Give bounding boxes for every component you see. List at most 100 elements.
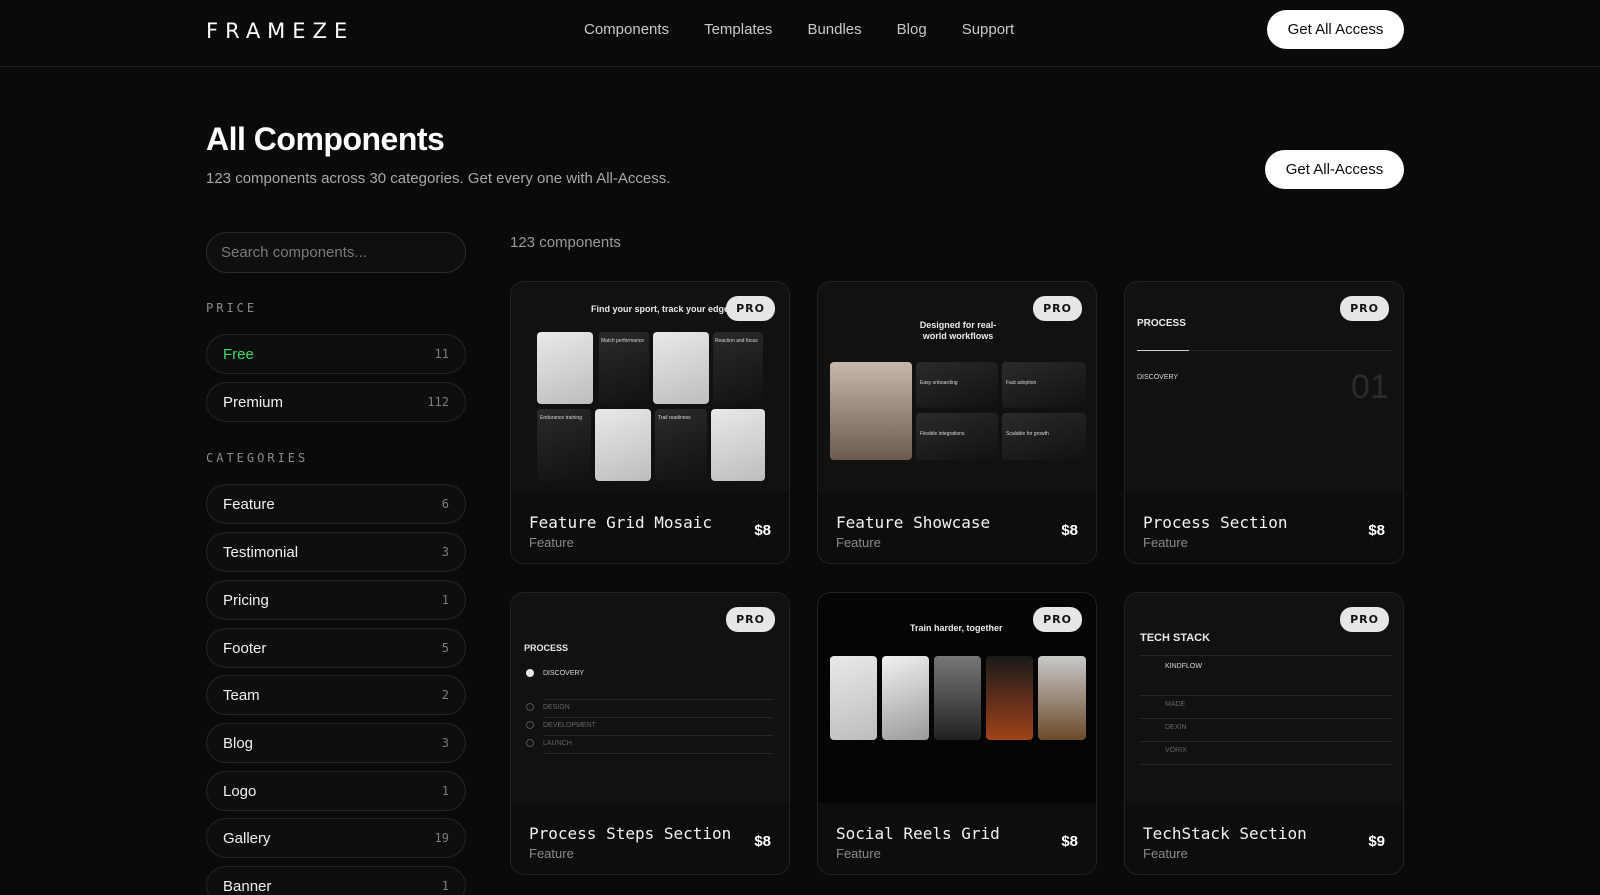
- preview-heading: PROCESS: [524, 643, 569, 653]
- component-card-process-steps-section[interactable]: PROCESS DISCOVERY DESIGN DEVELOPMENT LAU…: [510, 592, 790, 875]
- filter-label: Feature: [223, 495, 275, 513]
- card-price: $8: [754, 833, 771, 850]
- nav-templates[interactable]: Templates: [704, 20, 772, 40]
- preview-heading: Designed for real-world workflows: [919, 320, 997, 341]
- filter-label: Pricing: [223, 591, 269, 609]
- preview-active-tab: [1137, 350, 1189, 351]
- card-title: Feature Grid Mosaic: [529, 513, 713, 532]
- filter-count: 3: [441, 545, 449, 559]
- preview-step-dot: [526, 739, 534, 747]
- results-count: 123 components: [510, 234, 621, 251]
- filter-label: Premium: [223, 393, 284, 411]
- filter-count: 1: [441, 593, 449, 607]
- main-nav: Components Templates Bundles Blog Suppor…: [584, 20, 1049, 40]
- preview-step: DISCOVERY: [1137, 374, 1179, 381]
- preview-heading: PROCESS: [1137, 318, 1186, 329]
- card-category: Feature: [1143, 846, 1188, 861]
- preview-step-dot: [526, 703, 534, 711]
- filter-label: Team: [223, 686, 260, 704]
- preview-label: Reaction and focus: [715, 338, 758, 344]
- pro-badge: PRO: [1033, 296, 1082, 321]
- get-all-access-hero-button[interactable]: Get All-Access: [1265, 150, 1404, 189]
- filter-category-blog[interactable]: Blog 3: [206, 723, 466, 763]
- preview-tile: [653, 332, 709, 404]
- preview-tile: [595, 409, 651, 481]
- preview-divider: [543, 717, 773, 718]
- filter-price-premium[interactable]: Premium 112: [206, 382, 466, 422]
- preview-reel: [934, 656, 981, 740]
- preview-reel: [830, 656, 877, 740]
- preview-step-label: DEVELOPMENT: [543, 722, 596, 729]
- preview-heading: TECH STACK: [1140, 632, 1211, 644]
- card-price: $8: [1368, 522, 1385, 539]
- preview-tile: [537, 332, 593, 404]
- filter-label: Blog: [223, 734, 254, 752]
- filter-category-pricing[interactable]: Pricing 1: [206, 580, 466, 620]
- top-navigation-bar: FRAMEZE Components Templates Bundles Blo…: [0, 0, 1600, 67]
- nav-support[interactable]: Support: [962, 20, 1015, 40]
- filter-count: 1: [441, 879, 449, 893]
- filter-count: 3: [441, 736, 449, 750]
- preview-label: Trail readiness: [658, 415, 691, 421]
- filter-label: Banner: [223, 877, 272, 895]
- preview-step-number: 01: [1351, 368, 1389, 406]
- card-category: Feature: [836, 846, 881, 861]
- filter-count: 11: [434, 347, 449, 361]
- card-title: Process Section: [1143, 513, 1288, 532]
- preview-divider: [1140, 695, 1392, 696]
- preview-divider: [1140, 764, 1392, 765]
- filter-count: 1: [441, 784, 449, 798]
- card-category: Feature: [1143, 535, 1188, 550]
- preview-stack-item: MADE: [1165, 701, 1186, 708]
- preview-label: Scalable for growth: [1006, 431, 1049, 437]
- filter-category-footer[interactable]: Footer 5: [206, 628, 466, 668]
- categories-section-label: CATEGORIES: [206, 451, 309, 465]
- filter-label: Gallery: [223, 829, 271, 847]
- preview-divider: [543, 753, 773, 754]
- component-card-feature-showcase[interactable]: Designed for real-world workflows Easy o…: [817, 281, 1097, 564]
- filter-category-testimonial[interactable]: Testimonial 3: [206, 532, 466, 572]
- preview-divider: [1140, 741, 1392, 742]
- component-card-process-section[interactable]: PROCESS DISCOVERY 01 PRO Process Section…: [1124, 281, 1404, 564]
- component-card-techstack-section[interactable]: TECH STACK KINDFLOW MADE DEXIN VORIX PRO…: [1124, 592, 1404, 875]
- preview-divider: [1140, 718, 1392, 719]
- get-all-access-button[interactable]: Get All Access: [1267, 10, 1404, 49]
- price-section-label: PRICE: [206, 301, 258, 315]
- pro-badge: PRO: [1033, 607, 1082, 632]
- pro-badge: PRO: [1340, 607, 1389, 632]
- filter-category-gallery[interactable]: Gallery 19: [206, 818, 466, 858]
- filter-category-banner[interactable]: Banner 1: [206, 866, 466, 895]
- card-category: Feature: [836, 535, 881, 550]
- nav-bundles[interactable]: Bundles: [807, 20, 861, 40]
- nav-components[interactable]: Components: [584, 20, 669, 40]
- preview-reel: [882, 656, 929, 740]
- preview-label: Fast adoption: [1006, 380, 1037, 386]
- card-price: $8: [1061, 833, 1078, 850]
- pro-badge: PRO: [1340, 296, 1389, 321]
- search-components-input[interactable]: [206, 232, 466, 273]
- preview-label: Flexible integrations: [920, 431, 965, 437]
- preview-step-dot: [526, 669, 534, 677]
- card-price: $9: [1368, 833, 1385, 850]
- filter-category-team[interactable]: Team 2: [206, 675, 466, 715]
- preview-reel: [1038, 656, 1086, 740]
- filter-label: Testimonial: [223, 543, 299, 561]
- filter-price-free[interactable]: Free 11: [206, 334, 466, 374]
- nav-blog[interactable]: Blog: [897, 20, 927, 40]
- filter-count: 19: [434, 831, 449, 845]
- card-title: Feature Showcase: [836, 513, 991, 532]
- preview-portrait: [830, 362, 912, 460]
- preview-step-dot: [526, 721, 534, 729]
- component-card-social-reels-grid[interactable]: Train harder, together PRO Social Reels …: [817, 592, 1097, 875]
- filter-count: 2: [441, 688, 449, 702]
- filter-category-logo[interactable]: Logo 1: [206, 771, 466, 811]
- preview-step-label: DESIGN: [543, 704, 570, 711]
- frameze-logo[interactable]: FRAMEZE: [206, 19, 354, 43]
- preview-heading: Find your sport, track your edge: [591, 304, 730, 314]
- card-category: Feature: [529, 535, 574, 550]
- preview-stack-item: KINDFLOW: [1165, 663, 1202, 670]
- component-card-feature-grid-mosaic[interactable]: Find your sport, track your edge Match p…: [510, 281, 790, 564]
- preview-step-label: DISCOVERY: [543, 670, 585, 677]
- filter-category-feature[interactable]: Feature 6: [206, 484, 466, 524]
- preview-step-label: LAUNCH: [543, 740, 572, 747]
